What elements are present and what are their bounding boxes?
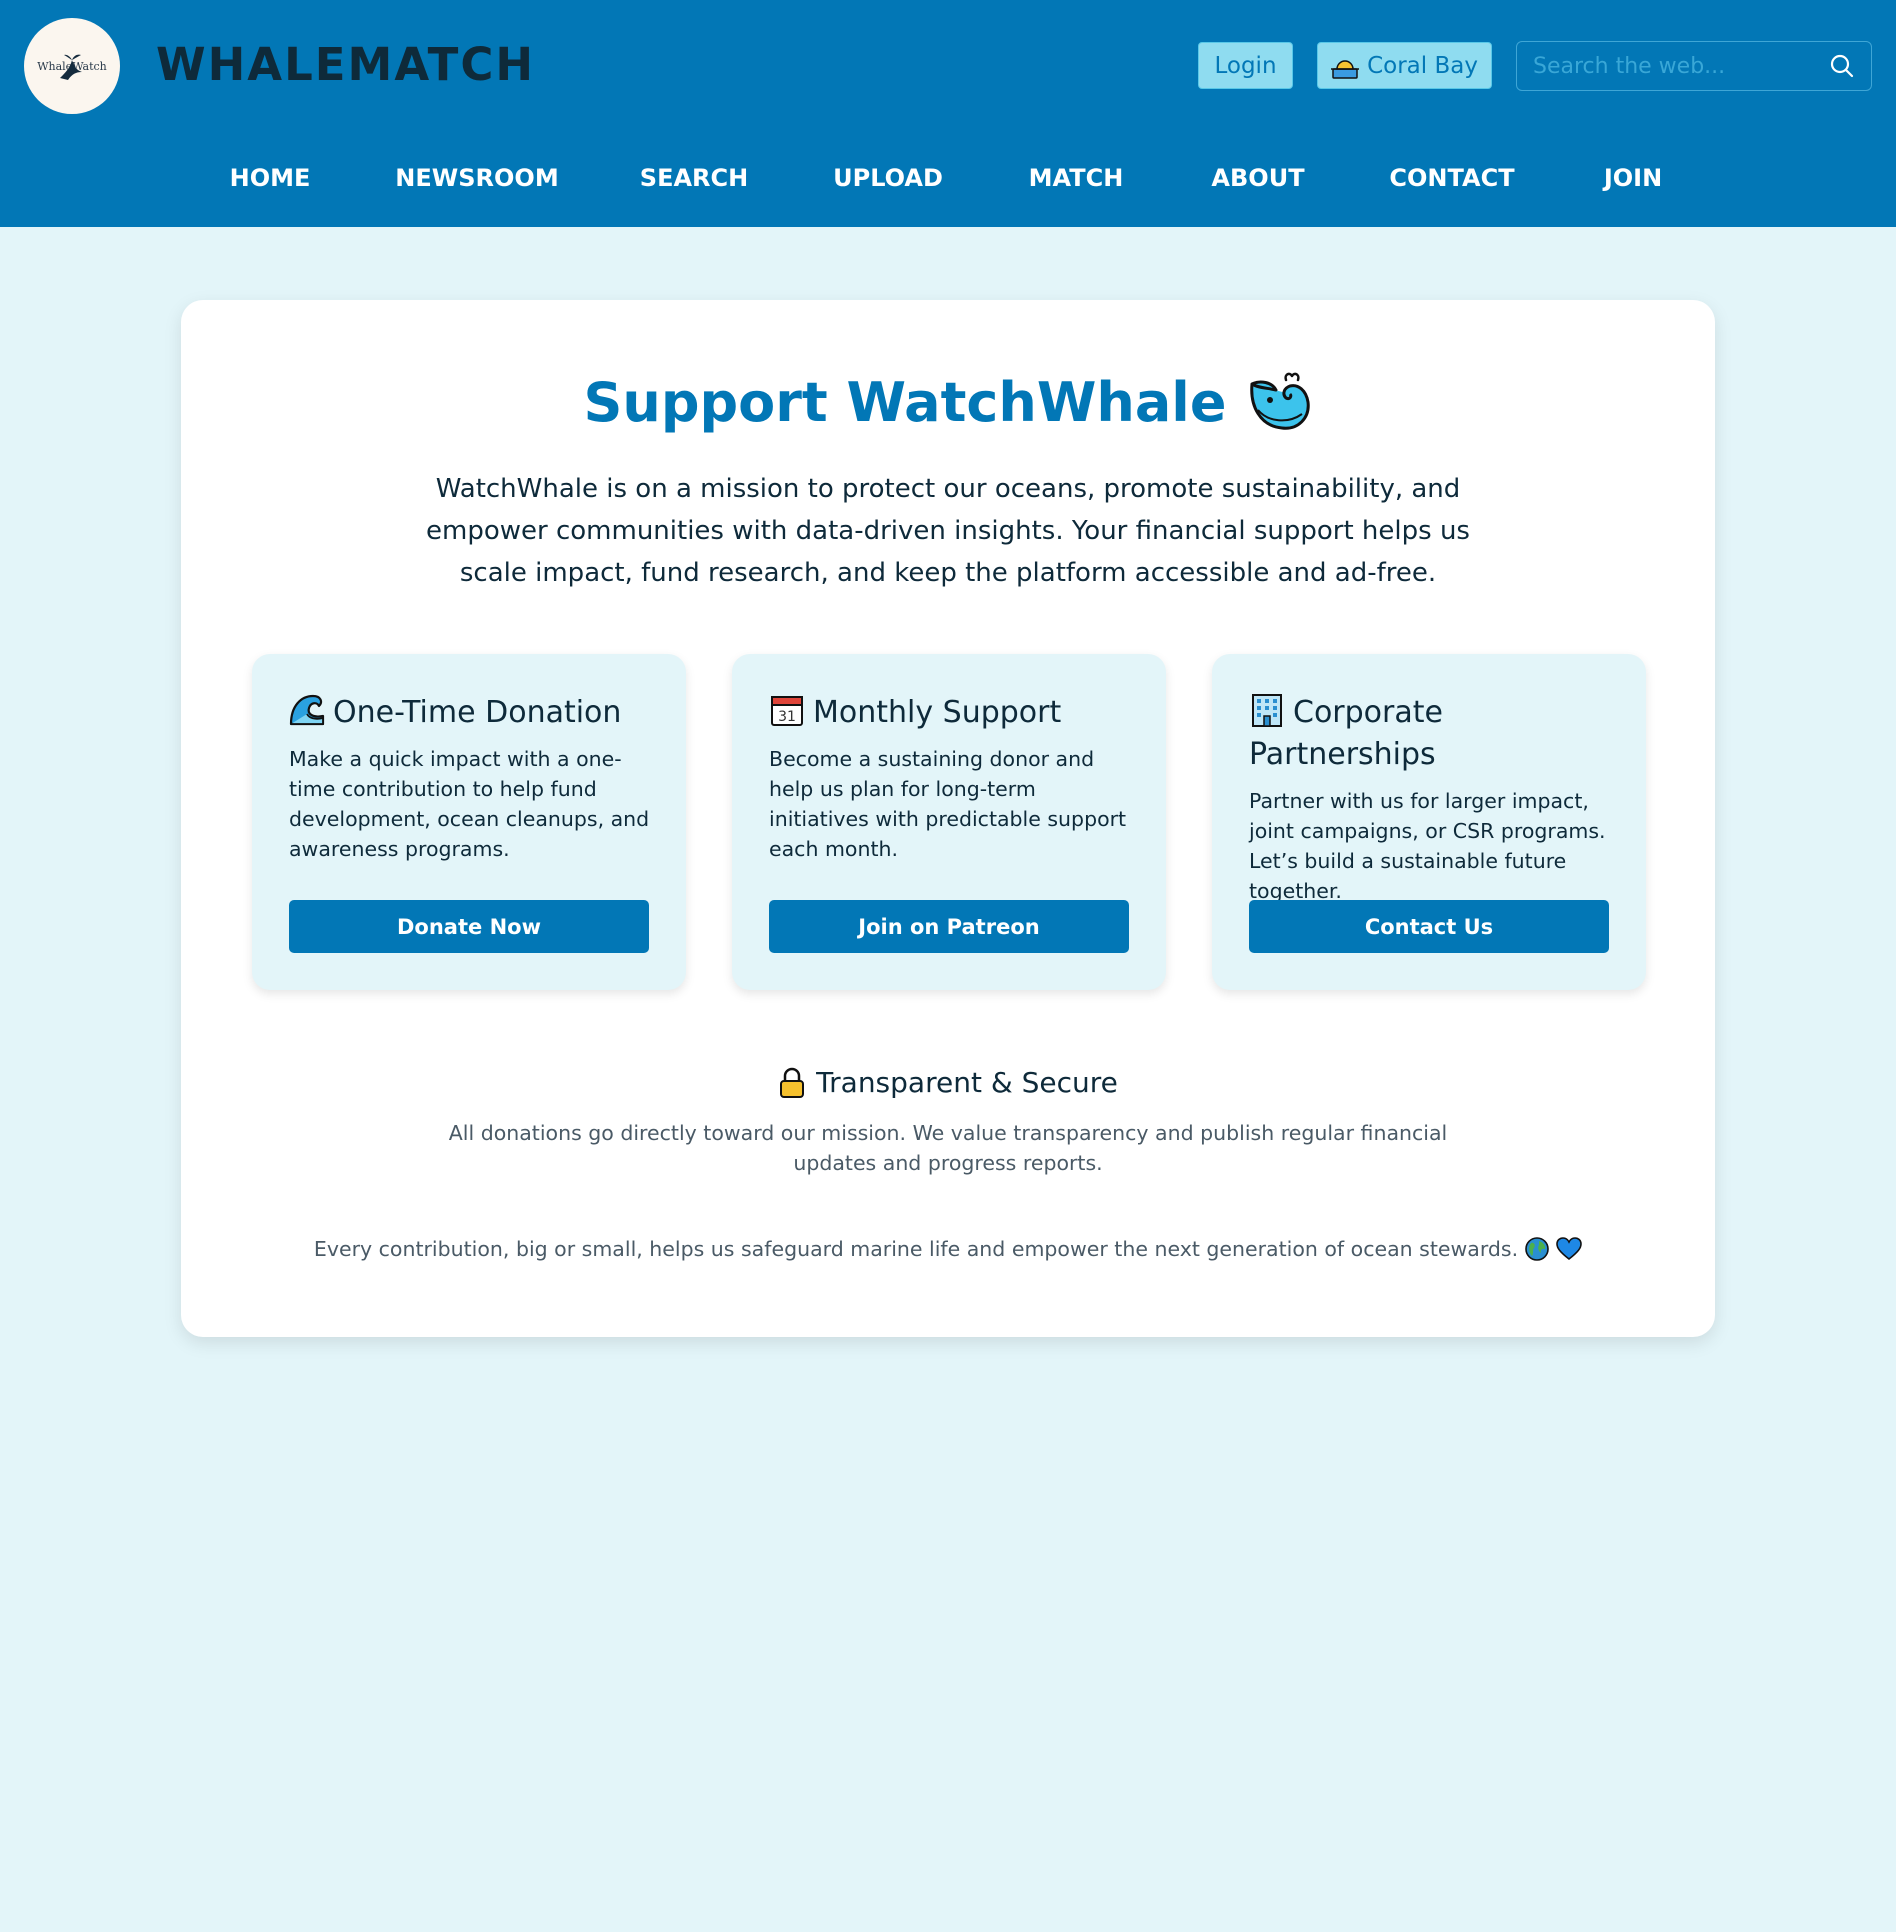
location-label: Coral Bay (1367, 52, 1478, 79)
intro-text: WatchWhale is on a mission to protect ou… (426, 474, 1470, 588)
search-box[interactable] (1516, 41, 1872, 91)
login-button[interactable]: Login (1198, 42, 1293, 89)
option-description: Make a quick impact with a one-time cont… (289, 747, 650, 861)
contact-us-button[interactable]: Contact Us (1249, 900, 1609, 953)
nav-home[interactable]: HOME (230, 164, 311, 192)
option-title-text: One-Time Donation (333, 695, 622, 730)
nav-upload[interactable]: UPLOAD (833, 164, 943, 192)
lock-icon (780, 1067, 805, 1098)
sunset-icon (1331, 59, 1360, 79)
site-logo[interactable]: WhaleWatch (24, 18, 120, 114)
join-on-patreon-button[interactable]: Join on Patreon (769, 900, 1129, 953)
whale-tail-logo-icon: WhaleWatch (37, 54, 107, 80)
whale-icon (1250, 372, 1311, 430)
corporate-partnerships-card: Corporate Partnerships Partner with us f… (1212, 654, 1646, 990)
nav-contact[interactable]: CONTACT (1389, 164, 1514, 192)
nav-match[interactable]: MATCH (1029, 164, 1124, 192)
nav-search[interactable]: SEARCH (640, 164, 748, 192)
brand-name[interactable]: WHALEMATCH (156, 38, 535, 91)
search-input[interactable] (1533, 53, 1829, 79)
secure-heading: Transparent & Secure (0, 1066, 1896, 1099)
calendar-icon: 31 (771, 696, 803, 726)
one-time-donation-card: One-Time Donation Make a quick impact wi… (252, 654, 686, 990)
svg-text:31: 31 (778, 709, 796, 725)
donate-now-button[interactable]: Donate Now (289, 900, 649, 953)
nav-join[interactable]: JOIN (1604, 164, 1662, 192)
location-button[interactable]: Coral Bay (1317, 42, 1492, 89)
nav-about[interactable]: ABOUT (1211, 164, 1304, 192)
page-title-text: Support WatchWhale (583, 370, 1227, 434)
option-description: Become a sustaining donor and help us pl… (769, 747, 1127, 861)
search-icon[interactable] (1829, 53, 1855, 79)
secure-title-text: Transparent & Secure (816, 1066, 1118, 1099)
wave-icon (289, 694, 325, 726)
option-title: Corporate Partnerships (1249, 692, 1619, 776)
option-title-text: Monthly Support (813, 695, 1062, 730)
footer-note-text: Every contribution, big or small, helps … (313, 1237, 1519, 1261)
footer-note: Every contribution, big or small, helps … (0, 1236, 1896, 1262)
nav-newsroom[interactable]: NEWSROOM (395, 164, 558, 192)
blue-heart-icon (1556, 1237, 1582, 1261)
site-header: WhaleWatch WHALEMATCH Login Coral Bay HO… (0, 0, 1896, 227)
main-nav: HOME NEWSROOM SEARCH UPLOAD MATCH ABOUT … (0, 164, 1896, 200)
page-title: Support WatchWhale (0, 370, 1896, 434)
globe-icon (1525, 1237, 1549, 1261)
option-description: Partner with us for larger impact, joint… (1249, 789, 1606, 903)
monthly-support-card: 31 Monthly Support Become a sustaining d… (732, 654, 1166, 990)
option-title: One-Time Donation (289, 692, 659, 734)
option-title: 31 Monthly Support (769, 692, 1139, 734)
office-building-icon (1252, 694, 1282, 727)
secure-description: All donations go directly toward our mis… (448, 1121, 1448, 1175)
